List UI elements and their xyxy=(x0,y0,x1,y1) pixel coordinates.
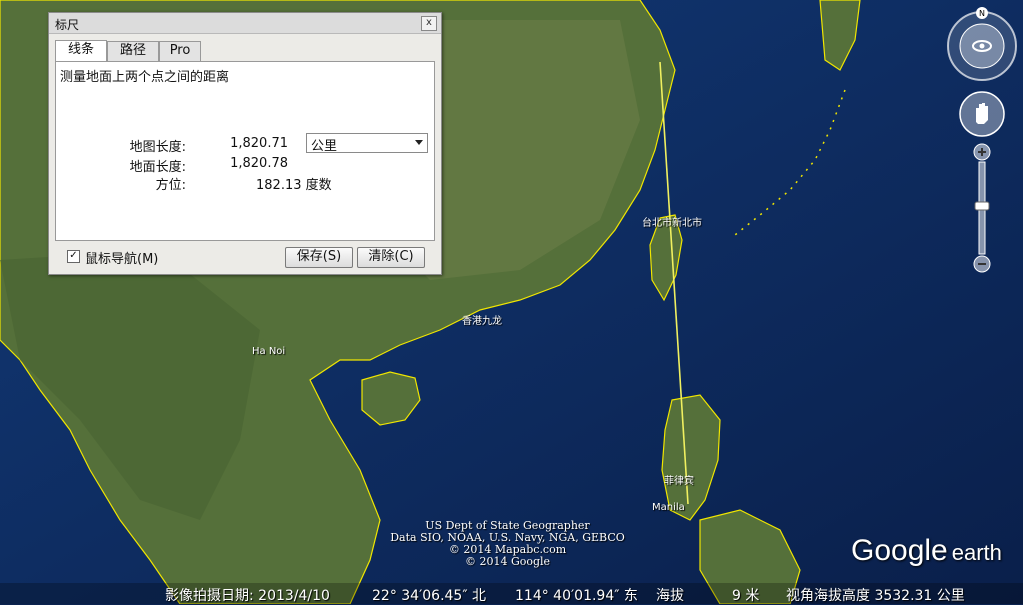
status-bar: 影像拍摄日期: 2013/4/10 22° 34′06.45″ 北 114° 4… xyxy=(0,583,1023,604)
imagery-date: 影像拍摄日期: 2013/4/10 xyxy=(165,588,330,604)
map-label-taipei: 台北市新北市 xyxy=(642,218,702,229)
map-length-value: 1,820.71 xyxy=(230,136,288,151)
zoom-slider[interactable] xyxy=(973,143,991,273)
mouse-nav-label: 鼠标导航(M) xyxy=(85,252,159,267)
map-label-hanoi: Ha Noi xyxy=(252,346,286,357)
zoom-handle xyxy=(974,201,990,211)
close-button[interactable]: x xyxy=(421,16,437,31)
latitude: 22° 34′06.45″ 北 xyxy=(372,588,487,604)
north-indicator[interactable]: N xyxy=(976,7,988,19)
ground-length-value: 1,820.78 xyxy=(230,156,288,171)
ruler-dialog: 标尺 x 线条 路径 Pro 测量地面上两个点之间的距离 地图长度: 1,820… xyxy=(48,12,442,275)
tab-path[interactable]: 路径 xyxy=(107,41,159,61)
save-button[interactable]: 保存(S) xyxy=(285,247,353,268)
unit-selected: 公里 xyxy=(311,139,338,154)
map-length-label: 地图长度: xyxy=(129,140,186,155)
elevation-label: 海拔 xyxy=(656,588,684,604)
longitude: 114° 40′01.94″ 东 xyxy=(515,588,638,604)
credit-line: © 2014 Google xyxy=(464,555,551,568)
clear-button[interactable]: 清除(C) xyxy=(357,247,425,268)
logo-google: Google xyxy=(851,534,948,567)
navigation-controls: N xyxy=(947,7,1017,273)
map-label-hongkong: 香港九龙 xyxy=(462,316,502,327)
heading-label: 方位: xyxy=(155,178,186,193)
google-earth-logo: Google earth xyxy=(851,534,1002,568)
move-control[interactable] xyxy=(959,91,1005,137)
ruler-description: 测量地面上两个点之间的距离 xyxy=(60,70,230,85)
heading-value: 182.13 度数 xyxy=(256,178,332,193)
map-label-manila: Manila xyxy=(652,502,685,513)
eye-altitude: 视角海拔高度 3532.31 公里 xyxy=(786,588,965,604)
ground-length-label: 地面长度: xyxy=(129,160,186,175)
chevron-down-icon xyxy=(415,140,423,145)
ruler-bottom-bar: ✓ 鼠标导航(M) 保存(S) 清除(C) xyxy=(57,247,433,268)
map-credits: US Dept of State Geographer Data SIO, NO… xyxy=(375,520,640,568)
ruler-titlebar[interactable]: 标尺 x xyxy=(49,13,441,34)
ruler-content: 测量地面上两个点之间的距离 地图长度: 1,820.71 公里 地面长度: 1,… xyxy=(55,61,435,241)
unit-dropdown[interactable]: 公里 xyxy=(306,133,428,154)
north-label: N xyxy=(979,9,985,18)
tab-pro[interactable]: Pro xyxy=(159,41,201,61)
look-control[interactable] xyxy=(947,11,1017,81)
tab-line[interactable]: 线条 xyxy=(55,40,107,62)
mouse-nav-checkbox[interactable]: ✓ xyxy=(67,250,80,263)
elevation-value: 9 米 xyxy=(732,588,760,604)
map-label-philippines: 菲律宾 xyxy=(664,476,694,487)
logo-earth: earth xyxy=(951,540,1002,565)
ruler-title: 标尺 xyxy=(55,18,80,32)
